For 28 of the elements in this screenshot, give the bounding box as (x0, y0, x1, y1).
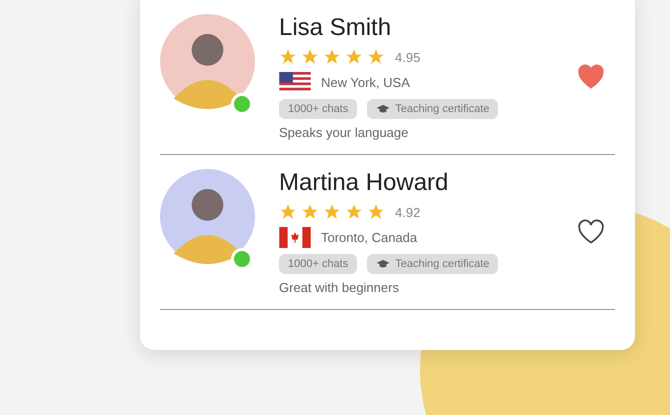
star-icon (301, 203, 319, 221)
tutor-note: Great with beginners (279, 280, 400, 295)
graduation-cap-icon (376, 104, 390, 114)
tutor-location: Toronto, Canada (321, 230, 418, 245)
star-icon (323, 203, 341, 221)
tutor-note: Speaks your language (279, 125, 410, 140)
star-icon (279, 203, 297, 221)
star-icon (301, 48, 319, 66)
star-icon (279, 48, 297, 66)
star-icon (367, 203, 385, 221)
graduation-cap-icon (376, 259, 390, 269)
tag-label: Teaching certificate (395, 103, 490, 115)
flag-icon (279, 72, 311, 93)
star-icon (345, 203, 363, 221)
heart-icon (577, 64, 605, 90)
tutor-name: Martina Howard (279, 169, 450, 197)
rating-value: 4.95 (395, 50, 420, 64)
rating-value: 4.92 (395, 204, 420, 220)
tag-label: Teaching certificate (395, 258, 490, 270)
star-icon (323, 48, 341, 66)
heart-icon (577, 219, 605, 245)
tag-label: 1000+ chats (288, 258, 348, 270)
flag-icon (279, 227, 311, 248)
star-icon (367, 48, 385, 66)
tutor-location: New York, USA (321, 75, 410, 90)
tag-label: 1000+ chats (288, 103, 348, 115)
tutor-name: Lisa Smith (279, 14, 392, 42)
star-icon (345, 48, 363, 66)
